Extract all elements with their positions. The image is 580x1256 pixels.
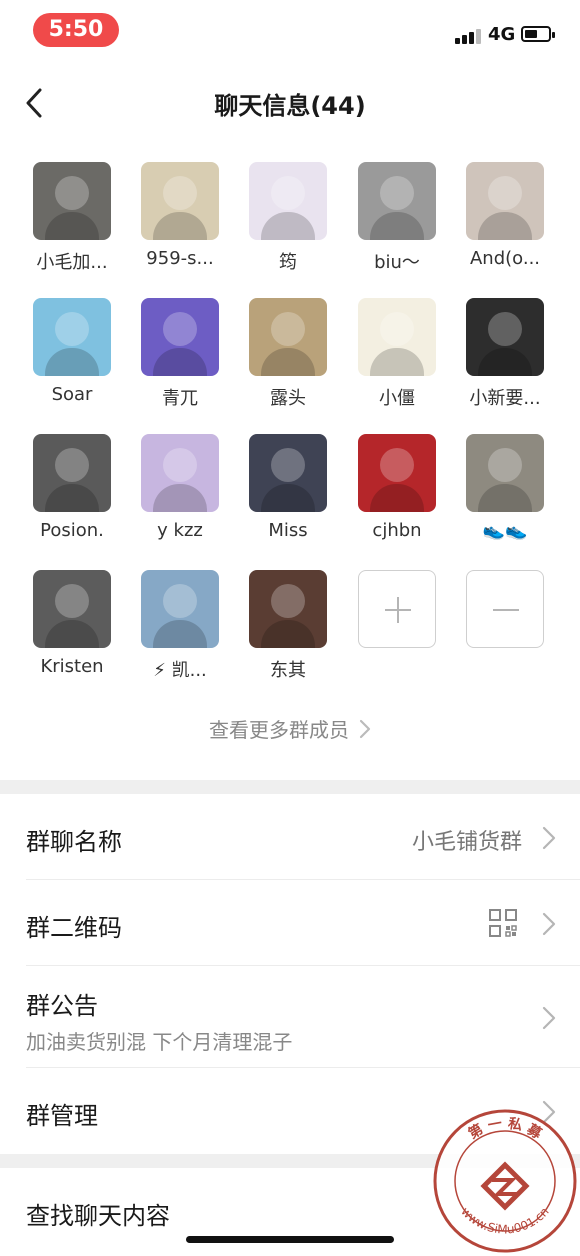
remove-member-button[interactable] xyxy=(455,570,555,648)
avatar[interactable] xyxy=(358,298,436,376)
group-qrcode-row[interactable]: 群二维码 xyxy=(0,880,580,966)
avatar[interactable] xyxy=(466,434,544,512)
member-item[interactable]: 👟👟 xyxy=(455,434,555,541)
avatar[interactable] xyxy=(141,570,219,648)
qrcode-icon xyxy=(488,908,518,938)
member-item[interactable]: 小新要... xyxy=(455,298,555,410)
group-notice-label: 群公告 xyxy=(26,992,98,1020)
avatar[interactable] xyxy=(33,434,111,512)
avatar[interactable] xyxy=(249,570,327,648)
status-time: 5:50 xyxy=(33,13,119,47)
member-name: Soar xyxy=(51,384,93,405)
member-name: 筠 xyxy=(279,252,297,273)
see-more-label: 查看更多群成员 xyxy=(209,718,349,742)
member-item[interactable]: 小毛加... xyxy=(22,162,122,274)
add-member-button[interactable] xyxy=(347,570,447,648)
member-name: 小毛加... xyxy=(36,252,108,273)
avatar[interactable] xyxy=(466,162,544,240)
minus-icon[interactable] xyxy=(466,570,544,648)
member-item[interactable]: 东其 xyxy=(238,570,338,682)
group-name-value: 小毛铺货群 xyxy=(411,830,522,855)
page-title: 聊天信息(44) xyxy=(214,92,366,120)
nav-bar: 聊天信息(44) xyxy=(0,72,580,136)
search-chat-label: 查找聊天内容 xyxy=(26,1202,170,1230)
group-name-row[interactable]: 群聊名称 小毛铺货群 xyxy=(0,794,580,880)
network-type: 4G xyxy=(488,24,516,45)
watermark-seal: 第 一 私 募 www.SiMu001.cn xyxy=(432,1108,578,1254)
member-item[interactable]: 959-s... xyxy=(130,162,230,269)
avatar[interactable] xyxy=(249,162,327,240)
member-name: 👟👟 xyxy=(482,520,528,541)
signal-icon xyxy=(455,28,483,44)
member-item[interactable]: 青兀 xyxy=(130,298,230,410)
member-item[interactable]: biu～ xyxy=(347,162,447,274)
member-name: y kzz xyxy=(157,520,203,541)
avatar[interactable] xyxy=(466,298,544,376)
member-name: 东其 xyxy=(270,660,306,681)
member-item[interactable]: Posion. xyxy=(22,434,122,541)
avatar[interactable] xyxy=(33,570,111,648)
avatar[interactable] xyxy=(33,298,111,376)
group-notice-text: 加油卖货别混 下个月清理混子 xyxy=(26,1030,293,1054)
group-qrcode-label: 群二维码 xyxy=(26,914,122,942)
member-item[interactable]: Kristen xyxy=(22,570,122,677)
member-item[interactable]: Miss xyxy=(238,434,338,541)
member-item[interactable]: 露头 xyxy=(238,298,338,410)
avatar[interactable] xyxy=(249,434,327,512)
member-name: And(o... xyxy=(469,248,541,269)
see-more-members-link[interactable]: 查看更多群成员 xyxy=(0,714,580,743)
member-name: 露头 xyxy=(270,388,306,409)
plus-icon[interactable] xyxy=(358,570,436,648)
chevron-right-icon xyxy=(359,718,371,742)
chevron-right-icon xyxy=(542,1006,556,1030)
home-indicator[interactable] xyxy=(186,1236,394,1243)
member-name: 959-s... xyxy=(146,248,214,269)
member-name: Miss xyxy=(268,520,308,541)
member-name: 小僵 xyxy=(379,388,415,409)
member-name: biu～ xyxy=(374,252,420,273)
group-notice-row[interactable]: 群公告 加油卖货别混 下个月清理混子 xyxy=(0,966,580,1068)
section-divider xyxy=(0,780,580,794)
group-manage-label: 群管理 xyxy=(26,1102,98,1130)
member-item[interactable]: Soar xyxy=(22,298,122,405)
member-name: ⚡ 凯... xyxy=(153,660,207,681)
avatar[interactable] xyxy=(33,162,111,240)
chevron-right-icon xyxy=(542,912,556,936)
member-item[interactable]: 小僵 xyxy=(347,298,447,410)
avatar[interactable] xyxy=(358,434,436,512)
member-name: 青兀 xyxy=(162,388,198,409)
member-name: cjhbn xyxy=(372,520,422,541)
battery-icon xyxy=(521,26,555,42)
member-item[interactable]: 筠 xyxy=(238,162,338,274)
avatar[interactable] xyxy=(141,434,219,512)
avatar[interactable] xyxy=(141,162,219,240)
status-bar: 5:50 4G xyxy=(0,0,580,62)
member-item[interactable]: ⚡ 凯... xyxy=(130,570,230,682)
member-name: Posion. xyxy=(40,520,104,541)
member-item[interactable]: And(o... xyxy=(455,162,555,269)
member-name: Kristen xyxy=(40,656,104,677)
member-item[interactable]: y kzz xyxy=(130,434,230,541)
member-item[interactable]: cjhbn xyxy=(347,434,447,541)
chevron-right-icon xyxy=(542,826,556,850)
avatar[interactable] xyxy=(249,298,327,376)
avatar[interactable] xyxy=(358,162,436,240)
avatar[interactable] xyxy=(141,298,219,376)
group-name-label: 群聊名称 xyxy=(26,828,122,856)
member-name: 小新要... xyxy=(469,388,541,409)
